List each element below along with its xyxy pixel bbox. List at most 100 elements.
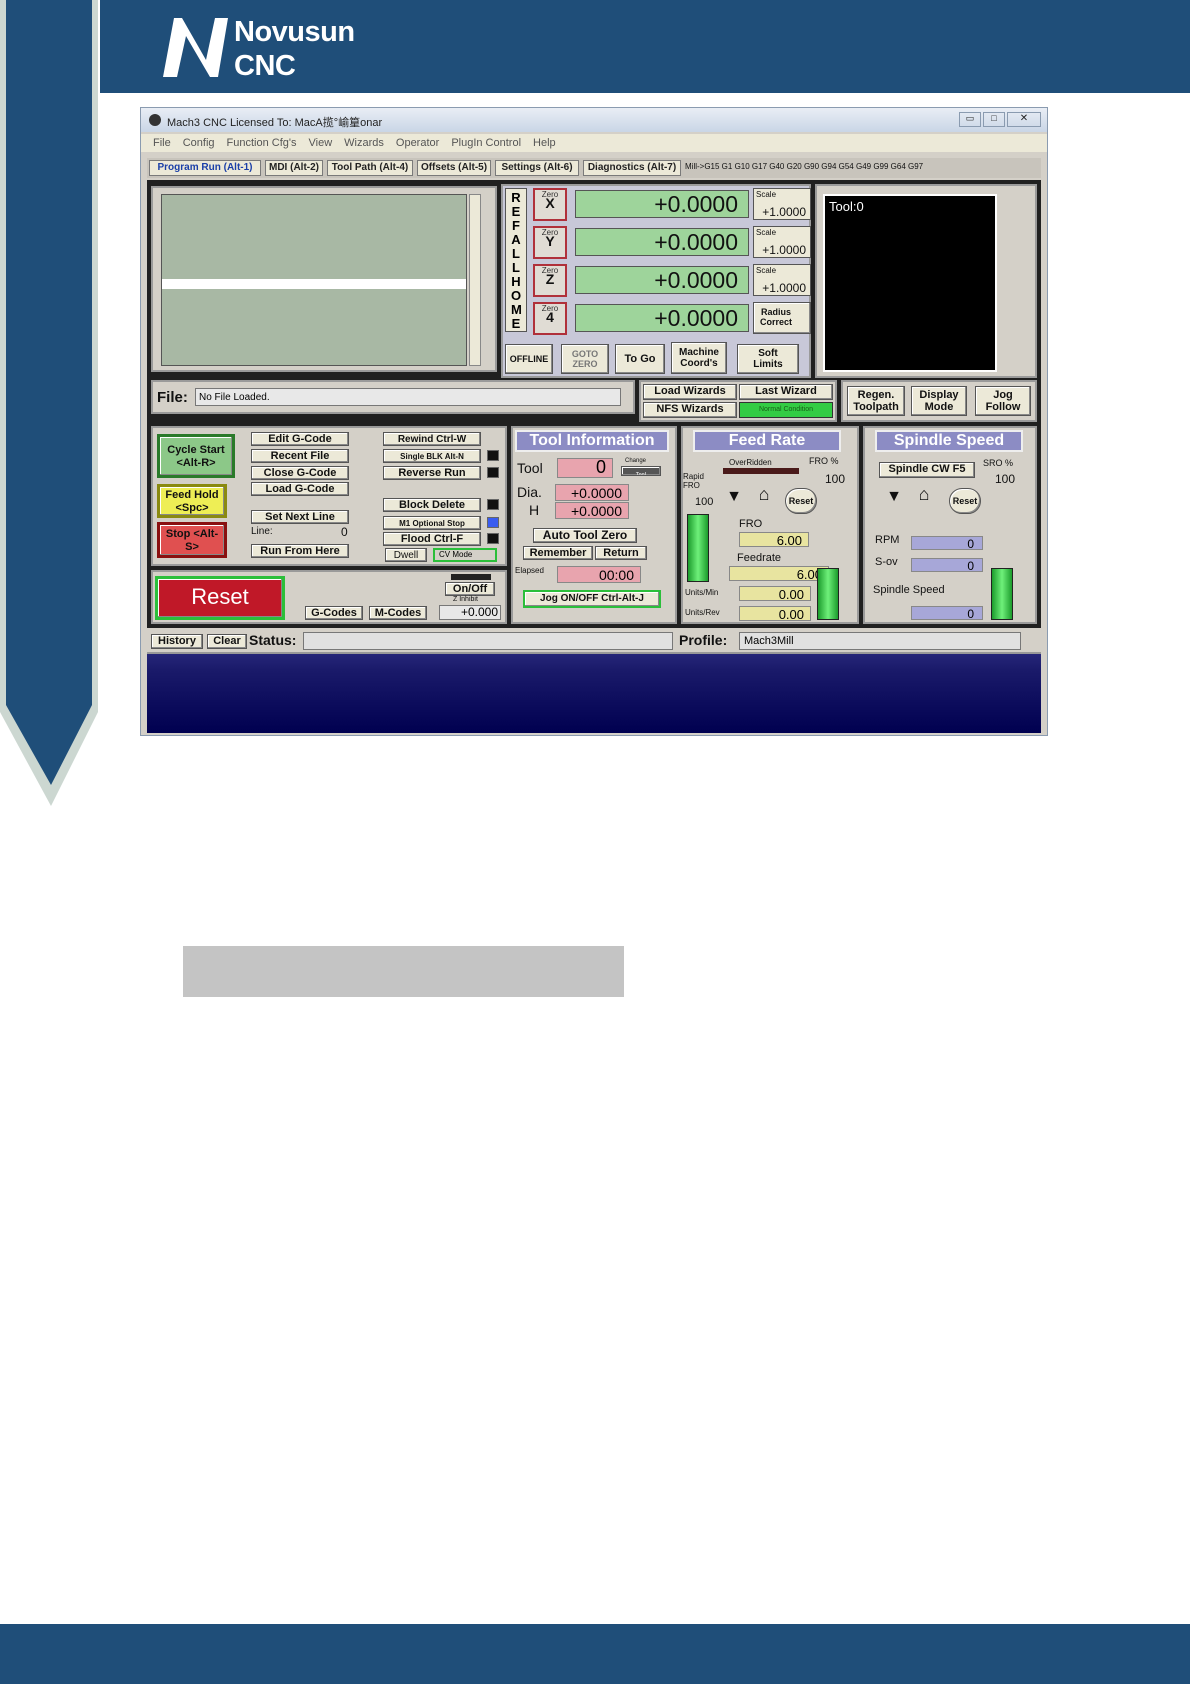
fro-down-icon[interactable]: ▼ [723,490,745,510]
tool-info-panel: Tool Information Tool 0 Change Tool Dia.… [511,426,677,624]
machine-coords-button[interactable]: Machine Coord's [671,342,727,374]
fro-reset-button[interactable]: Reset [785,488,817,514]
radius-correct-button[interactable]: Radius Correct [753,302,811,334]
z-inhibit-onoff-button[interactable]: On/Off [445,582,495,596]
feed-rate-panel: Feed Rate OverRidden FRO % 100 Rapid FRO… [681,426,859,624]
gcodes-button[interactable]: G-Codes [305,606,363,620]
sro-up-icon[interactable]: ⌂ [913,488,935,510]
tab-settings[interactable]: Settings (Alt-6) [495,160,579,176]
menu-config[interactable]: Config [183,137,215,149]
zero-4-button[interactable]: Zero 4 [533,302,567,335]
file-bar: File: No File Loaded. [151,380,635,414]
stop-button[interactable]: Stop <Alt-S> [157,522,227,558]
nfs-wizards-button[interactable]: NFS Wizards [643,402,737,418]
spindle-slider[interactable] [991,568,1013,620]
fro-up-icon[interactable]: ⌂ [753,488,775,510]
feed-hold-button[interactable]: Feed Hold <Spc> [157,484,227,518]
minimize-icon[interactable]: ▭ [959,112,981,127]
wizard-panel: Load Wizards Last Wizard NFS Wizards Nor… [639,380,837,422]
sro-reset-button[interactable]: Reset [949,488,981,514]
menu-operator[interactable]: Operator [396,137,439,149]
close-icon[interactable]: ✕ [1007,112,1041,127]
regen-toolpath-button[interactable]: Regen. Toolpath [847,386,905,416]
footer-band [0,1624,1190,1684]
recent-file-button[interactable]: Recent File [251,449,349,463]
sov-label: S-ov [875,556,898,568]
display-mode-button[interactable]: Display Mode [911,386,967,416]
set-next-line-button[interactable]: Set Next Line [251,510,349,524]
m1-optional-stop-button[interactable]: M1 Optional Stop [383,516,481,530]
menu-help[interactable]: Help [533,137,556,149]
rapid-fro-slider[interactable] [687,514,709,582]
load-gcode-button[interactable]: Load G-Code [251,482,349,496]
last-wizard-button[interactable]: Last Wizard [739,384,833,400]
brand-name: Novusun [234,16,355,48]
zero-x-button[interactable]: Zero X [533,188,567,221]
cycle-start-button[interactable]: Cycle Start <Alt-R> [157,434,235,478]
tab-program-run[interactable]: Program Run (Alt-1) [149,160,261,176]
change-label: Change [625,458,647,464]
z-inhibit-value[interactable]: +0.000 [439,605,501,620]
reverse-run-button[interactable]: Reverse Run [383,466,481,480]
offline-button[interactable]: OFFLINE [505,344,553,374]
h-label: H [529,502,540,518]
tab-diagnostics[interactable]: Diagnostics (Alt-7) [583,160,681,176]
overridden-led [723,468,799,474]
menu-file[interactable]: File [153,137,171,149]
zero-z-button[interactable]: Zero Z [533,264,567,297]
overridden-label: OverRidden [729,458,772,467]
spindle-speed-value[interactable]: 0 [911,606,983,621]
units-min-value: 0.00 [739,586,811,602]
block-delete-led [487,499,499,510]
menu-view[interactable]: View [309,137,333,149]
maximize-icon[interactable]: □ [983,112,1005,127]
menu-wizards[interactable]: Wizards [344,137,384,149]
tab-mdi[interactable]: MDI (Alt-2) [265,160,323,176]
mcodes-button[interactable]: M-Codes [369,606,427,620]
dro-z[interactable]: +0.0000 [575,266,749,294]
status-area: History Clear Status: Profile: Mach3Mill [147,628,1041,733]
gcode-listing[interactable] [161,194,467,366]
reset-button[interactable]: Reset [155,576,285,620]
zero-y-button[interactable]: Zero Y [533,226,567,259]
rewind-button[interactable]: Rewind Ctrl-W [383,432,481,446]
run-from-here-button[interactable]: Run From Here [251,544,349,558]
gcode-scrollbar[interactable] [469,194,481,366]
single-blk-button[interactable]: Single BLK Alt-N [383,449,481,463]
change-tool-button[interactable]: Tool [621,466,661,476]
tool-value[interactable]: 0 [557,458,613,478]
soft-limits-button[interactable]: Soft Limits [737,344,799,374]
sro-down-icon[interactable]: ▼ [883,490,905,510]
feedrate-value[interactable]: 6.00 [729,566,829,582]
goto-zero-button[interactable]: GOTO ZERO [561,344,609,374]
units-rev-label: Units/Rev [685,608,720,617]
remember-button[interactable]: Remember [523,546,593,560]
edit-gcode-button[interactable]: Edit G-Code [251,432,349,446]
spindle-cw-button[interactable]: Spindle CW F5 [879,462,975,478]
load-wizards-button[interactable]: Load Wizards [643,384,737,400]
jog-onoff-button[interactable]: Jog ON/OFF Ctrl-Alt-J [523,590,661,608]
tab-offsets[interactable]: Offsets (Alt-5) [417,160,491,176]
jog-follow-button[interactable]: Jog Follow [975,386,1031,416]
flood-button[interactable]: Flood Ctrl-F [383,532,481,546]
ref-all-home-button[interactable]: REF ALL HOME [505,188,527,332]
dro-y[interactable]: +0.0000 [575,228,749,256]
dro-x[interactable]: +0.0000 [575,190,749,218]
to-go-button[interactable]: To Go [615,344,665,374]
dro-4[interactable]: +0.0000 [575,304,749,332]
feedrate-slider[interactable] [817,568,839,620]
h-value[interactable]: +0.0000 [555,502,629,519]
return-button[interactable]: Return [595,546,647,560]
dia-value[interactable]: +0.0000 [555,484,629,501]
menu-plugin-control[interactable]: PlugIn Control [451,137,521,149]
tab-tool-path[interactable]: Tool Path (Alt-4) [327,160,413,176]
auto-tool-zero-button[interactable]: Auto Tool Zero [533,528,637,543]
units-min-label: Units/Min [685,588,719,597]
z-inhibit-label: Z Inhibit [453,596,478,603]
menu-function-cfgs[interactable]: Function Cfg's [227,137,297,149]
block-delete-button[interactable]: Block Delete [383,498,481,512]
clear-button[interactable]: Clear [207,634,247,649]
close-gcode-button[interactable]: Close G-Code [251,466,349,480]
history-button[interactable]: History [151,634,203,649]
status-bar: History Clear Status: Profile: Mach3Mill [147,628,1041,654]
